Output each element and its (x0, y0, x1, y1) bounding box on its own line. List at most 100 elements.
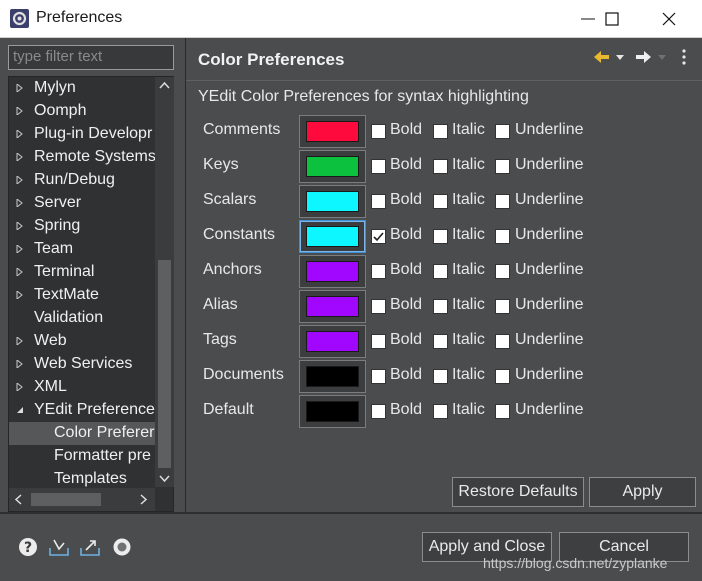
tree-horizontal-scroll-thumb[interactable] (31, 493, 101, 506)
maximize-button[interactable] (589, 0, 635, 38)
tree-expand-icon[interactable] (16, 107, 24, 115)
tree-vertical-scroll-thumb[interactable] (158, 260, 171, 468)
tree-expand-icon[interactable] (16, 176, 24, 184)
italic-checkbox[interactable] (433, 404, 448, 419)
color-setting-label: Alias (203, 296, 238, 313)
color-picker-button[interactable] (299, 360, 366, 393)
back-arrow-icon[interactable] (593, 48, 611, 66)
header-divider (186, 80, 702, 81)
italic-checkbox[interactable] (433, 299, 448, 314)
bold-checkbox[interactable] (371, 159, 386, 174)
import-icon[interactable] (48, 537, 70, 557)
italic-checkbox[interactable] (433, 334, 448, 349)
forward-menu-chevron-icon[interactable] (656, 48, 668, 66)
tree-item[interactable]: Run/Debug (9, 169, 155, 192)
restore-defaults-button[interactable]: Restore Defaults (452, 477, 584, 507)
tree-item[interactable]: Web Services (9, 353, 155, 376)
color-picker-button[interactable] (299, 115, 366, 148)
tree-item-label: YEdit Preference (34, 401, 155, 418)
underline-checkbox[interactable] (495, 124, 510, 139)
back-menu-chevron-icon[interactable] (614, 48, 626, 66)
italic-checkbox[interactable] (433, 194, 448, 209)
underline-checkbox[interactable] (495, 334, 510, 349)
tree-item-label: Plug-in Developr (34, 125, 153, 142)
filter-input[interactable]: type filter text (8, 45, 174, 70)
underline-checkbox[interactable] (495, 159, 510, 174)
bold-checkbox[interactable] (371, 194, 386, 209)
tree-collapse-icon[interactable] (16, 406, 24, 414)
tree-expand-icon[interactable] (16, 291, 24, 299)
tree-expand-icon[interactable] (16, 245, 24, 253)
italic-checkbox[interactable] (433, 369, 448, 384)
tree-horizontal-scrollbar[interactable] (9, 488, 155, 511)
underline-checkbox[interactable] (495, 369, 510, 384)
underline-checkbox[interactable] (495, 194, 510, 209)
tree-item[interactable]: YEdit Preference (9, 399, 155, 422)
color-picker-button[interactable] (299, 290, 366, 323)
bold-checkbox[interactable] (371, 334, 386, 349)
tree-expand-icon[interactable] (16, 130, 24, 138)
underline-checkbox[interactable] (495, 264, 510, 279)
help-icon[interactable]: ? (18, 537, 38, 557)
italic-checkbox[interactable] (433, 264, 448, 279)
bold-label: Bold (390, 401, 423, 418)
oomph-record-icon[interactable] (112, 537, 132, 557)
underline-label: Underline (515, 156, 584, 173)
close-button[interactable] (646, 0, 692, 38)
color-setting-label: Anchors (203, 261, 262, 278)
color-picker-button[interactable] (299, 220, 366, 253)
tree-vertical-scrollbar[interactable] (155, 77, 174, 487)
tree-item[interactable]: XML (9, 376, 155, 399)
scroll-right-icon[interactable] (140, 494, 148, 505)
tree-expand-icon[interactable] (16, 199, 24, 207)
color-picker-button[interactable] (299, 185, 366, 218)
tree-item[interactable]: Remote Systems (9, 146, 155, 169)
bold-checkbox[interactable] (371, 299, 386, 314)
tree-expand-icon[interactable] (16, 383, 24, 391)
export-icon[interactable] (79, 537, 101, 557)
tree-expand-icon[interactable] (16, 268, 24, 276)
scroll-left-icon[interactable] (14, 494, 22, 505)
underline-checkbox[interactable] (495, 299, 510, 314)
tree-expand-icon[interactable] (16, 222, 24, 230)
view-menu-icon[interactable] (676, 48, 692, 66)
color-picker-button[interactable] (299, 255, 366, 288)
bold-checkbox[interactable] (371, 229, 386, 244)
tree-item[interactable]: Web (9, 330, 155, 353)
tree-expand-icon[interactable] (16, 360, 24, 368)
scroll-up-icon[interactable] (159, 81, 170, 89)
bold-checkbox[interactable] (371, 264, 386, 279)
apply-button[interactable]: Apply (589, 477, 696, 507)
bold-checkbox[interactable] (371, 369, 386, 384)
italic-checkbox[interactable] (433, 229, 448, 244)
tree-item[interactable]: Formatter pre (9, 445, 155, 468)
preference-tree[interactable]: Mylyn Oomph Plug-in Developr Remote Systems… (8, 76, 174, 512)
tree-item[interactable]: Plug-in Developr (9, 123, 155, 146)
tree-item[interactable]: Team (9, 238, 155, 261)
forward-arrow-icon[interactable] (634, 48, 652, 66)
color-picker-button[interactable] (299, 395, 366, 428)
underline-checkbox[interactable] (495, 404, 510, 419)
color-picker-button[interactable] (299, 150, 366, 183)
bold-checkbox[interactable] (371, 124, 386, 139)
italic-checkbox[interactable] (433, 124, 448, 139)
vertical-divider (185, 38, 186, 512)
underline-checkbox[interactable] (495, 229, 510, 244)
tree-expand-icon[interactable] (16, 337, 24, 345)
italic-checkbox[interactable] (433, 159, 448, 174)
tree-item[interactable]: Color Preferer (9, 422, 155, 445)
tree-expand-icon[interactable] (16, 84, 24, 92)
color-picker-button[interactable] (299, 325, 366, 358)
tree-item[interactable]: Spring (9, 215, 155, 238)
tree-item[interactable]: Mylyn (9, 77, 155, 100)
tree-expand-icon[interactable] (16, 153, 24, 161)
tree-item[interactable]: Oomph (9, 100, 155, 123)
tree-item[interactable]: Validation (9, 307, 155, 330)
bold-checkbox[interactable] (371, 404, 386, 419)
tree-item[interactable]: Server (9, 192, 155, 215)
scroll-down-icon[interactable] (159, 475, 170, 483)
tree-item-label: Team (34, 240, 74, 257)
tree-item[interactable]: Terminal (9, 261, 155, 284)
color-setting-row: Constants Bold Italic Underline (203, 220, 693, 254)
tree-item[interactable]: TextMate (9, 284, 155, 307)
